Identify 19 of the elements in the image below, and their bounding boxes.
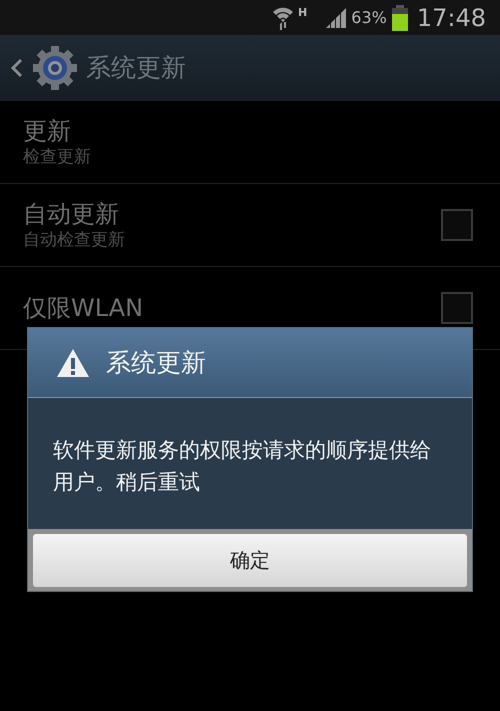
warning-icon bbox=[56, 348, 90, 378]
setting-title: 自动更新 bbox=[23, 199, 120, 229]
clock-time: 17:48 bbox=[416, 2, 486, 34]
back-icon[interactable] bbox=[10, 58, 24, 78]
signal-icon bbox=[325, 8, 348, 28]
setting-subtitle: 自动检查更新 bbox=[23, 229, 126, 251]
battery-icon bbox=[390, 4, 409, 30]
setting-title: 仅限WLAN bbox=[23, 293, 144, 323]
gear-icon bbox=[32, 45, 78, 91]
battery-percent: 63% bbox=[351, 6, 387, 28]
checkbox[interactable] bbox=[441, 292, 473, 324]
ok-button[interactable]: 确定 bbox=[33, 534, 467, 586]
setting-subtitle: 检查更新 bbox=[23, 146, 92, 168]
dialog-message: 软件更新服务的权限按请求的顺序提供给用户。稍后重试 bbox=[53, 437, 432, 496]
network-type: H bbox=[298, 5, 308, 21]
setting-title: 更新 bbox=[23, 116, 72, 146]
screen-title: 系统更新 bbox=[86, 52, 186, 84]
dialog-title: 系统更新 bbox=[106, 346, 206, 379]
checkbox[interactable] bbox=[441, 209, 473, 241]
